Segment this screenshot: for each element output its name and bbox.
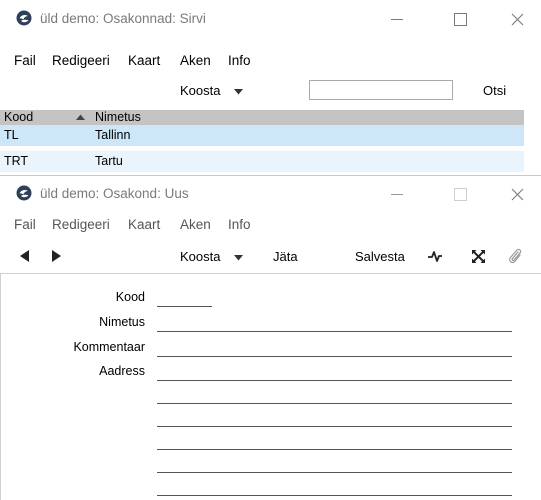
column-header-kood[interactable]: Kood	[4, 110, 33, 124]
browse-window-title: üld demo: Osakonnad: Sirvi	[40, 11, 206, 26]
record-menubar: Fail Redigeeri Kaart Aken Info	[0, 214, 541, 236]
name-label: Nimetus	[99, 315, 145, 329]
row-name: Tartu	[95, 154, 123, 168]
comment-field[interactable]	[157, 356, 512, 357]
cancel-button[interactable]: Jäta	[273, 249, 298, 264]
record-window: üld demo: Osakond: Uus Fail Redigeeri Ka…	[0, 175, 541, 500]
close-icon	[511, 13, 523, 25]
minimize-button[interactable]	[382, 183, 412, 205]
menu-aken[interactable]: Aken	[180, 53, 211, 68]
maximize-icon	[453, 187, 467, 201]
save-button[interactable]: Salvesta	[355, 249, 405, 264]
code-label: Kood	[115, 290, 145, 304]
maximize-button[interactable]	[445, 183, 475, 205]
menu-redigeeri[interactable]: Redigeeri	[52, 217, 110, 232]
close-button[interactable]	[502, 8, 532, 30]
create-label: Koosta	[180, 249, 221, 264]
minimize-icon	[391, 193, 403, 195]
record-window-titlebar[interactable]: üld demo: Osakond: Uus	[0, 176, 541, 216]
sort-asc-icon	[76, 114, 85, 120]
app-logo-icon	[16, 185, 32, 201]
address-line-6[interactable]	[157, 495, 512, 496]
column-header-nimetus[interactable]: Nimetus	[95, 110, 141, 124]
left-border	[0, 274, 1, 500]
expand-icon[interactable]	[471, 249, 486, 264]
close-icon	[511, 188, 523, 200]
address-line-1[interactable]	[157, 380, 512, 381]
record-form: Kood Nimetus Kommentaar Aadress	[0, 274, 541, 500]
create-menu-button[interactable]: Koosta	[180, 247, 250, 267]
menu-info[interactable]: Info	[228, 217, 251, 232]
maximize-icon	[453, 12, 467, 26]
row-code: TL	[4, 128, 19, 142]
chevron-down-icon	[234, 255, 243, 261]
comment-label: Kommentaar	[73, 340, 145, 354]
code-field[interactable]	[157, 306, 212, 307]
table-row[interactable]: TRT Tartu	[0, 151, 524, 172]
create-label: Koosta	[180, 83, 221, 98]
menu-kaart[interactable]: Kaart	[128, 53, 160, 68]
address-line-2[interactable]	[157, 403, 512, 404]
address-line-3[interactable]	[157, 426, 512, 427]
app-logo-icon	[16, 10, 32, 26]
previous-record-button[interactable]	[20, 250, 29, 262]
browse-window: üld demo: Osakonnad: Sirvi Fail Redigeer…	[0, 0, 541, 175]
chevron-down-icon	[234, 89, 243, 95]
next-record-button[interactable]	[52, 250, 61, 262]
table-row[interactable]: TL Tallinn	[0, 125, 524, 146]
address-line-4[interactable]	[157, 449, 512, 450]
browse-toolbar: Koosta Otsi	[0, 76, 541, 106]
menu-redigeeri[interactable]: Redigeeri	[52, 53, 110, 68]
row-name: Tallinn	[95, 128, 131, 142]
minimize-icon	[391, 18, 403, 20]
row-code: TRT	[4, 154, 29, 168]
table-header: Kood Nimetus	[0, 110, 524, 125]
menu-fail[interactable]: Fail	[14, 53, 36, 68]
address-line-5[interactable]	[157, 472, 512, 473]
menu-aken[interactable]: Aken	[180, 217, 211, 232]
minimize-button[interactable]	[382, 8, 412, 30]
search-button[interactable]: Otsi	[483, 83, 506, 98]
menu-info[interactable]: Info	[228, 53, 251, 68]
menu-kaart[interactable]: Kaart	[128, 217, 160, 232]
menu-fail[interactable]: Fail	[14, 217, 36, 232]
close-button[interactable]	[502, 183, 532, 205]
address-label: Aadress	[99, 364, 145, 378]
browse-window-titlebar[interactable]: üld demo: Osakonnad: Sirvi	[0, 0, 541, 40]
search-input[interactable]	[309, 80, 453, 100]
maximize-button[interactable]	[445, 8, 475, 30]
browse-menubar: Fail Redigeeri Kaart Aken Info	[0, 50, 541, 72]
attachment-icon[interactable]	[508, 248, 522, 265]
activity-icon[interactable]	[427, 250, 443, 263]
name-field[interactable]	[157, 331, 512, 332]
record-window-title: üld demo: Osakond: Uus	[40, 186, 189, 201]
record-toolbar: Koosta Jäta Salvesta	[0, 240, 541, 274]
create-menu-button[interactable]: Koosta	[180, 81, 250, 101]
